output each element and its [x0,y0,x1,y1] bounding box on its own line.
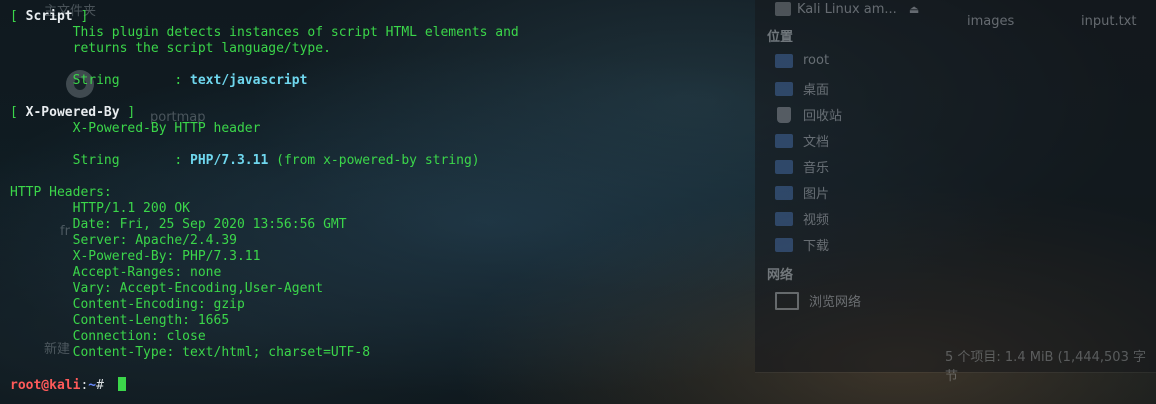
string-value: text/javascript [190,73,308,88]
plugin-header-script: [ Script ] [10,9,89,24]
http-headers-title: HTTP Headers: [10,185,112,200]
terminal-output[interactable]: [ Script ] This plugin detects instances… [0,0,1156,404]
plugin-string-line: String : text/javascript [10,73,308,88]
plugin-header-x-powered-by: [ X-Powered-By ] [10,105,136,120]
http-header-line: Vary: Accept-Encoding,User-Agent [10,281,324,296]
http-header-line: Server: Apache/2.4.39 [10,233,237,248]
http-header-line: Date: Fri, 25 Sep 2020 13:56:56 GMT [10,217,347,232]
http-header-line: Connection: close [10,329,206,344]
string-value: PHP/7.3.11 [190,153,269,168]
http-header-line: X-Powered-By: PHP/7.3.11 [10,249,261,264]
plugin-title: Script [25,9,73,24]
plugin-description: X-Powered-By HTTP header [10,121,261,136]
plugin-title: X-Powered-By [25,105,120,120]
shell-prompt[interactable]: root@kali:~# [10,377,126,394]
prompt-path: ~ [88,378,97,393]
http-header-line: Content-Type: text/html; charset=UTF-8 [10,345,371,360]
text-cursor [117,377,126,391]
http-header-line: Content-Length: 1665 [10,313,230,328]
plugin-description: This plugin detects instances of script … [10,25,519,40]
plugin-string-line: String : PHP/7.3.11 (from x-powered-by s… [10,153,480,168]
http-header-line: HTTP/1.1 200 OK [10,201,191,216]
plugin-description: returns the script language/type. [10,41,331,56]
http-header-line: Content-Encoding: gzip [10,297,245,312]
http-header-line: Accept-Ranges: none [10,265,222,280]
prompt-user-host: root@kali [10,378,81,393]
